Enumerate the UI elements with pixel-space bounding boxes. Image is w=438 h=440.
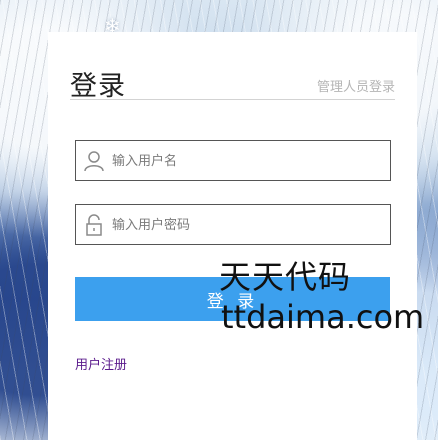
user-icon <box>83 150 105 172</box>
page-title: 登录 <box>70 71 126 102</box>
username-field[interactable] <box>75 140 391 181</box>
login-header: 登录 管理人员登录 <box>70 60 395 102</box>
password-field[interactable] <box>75 204 391 245</box>
password-input[interactable] <box>110 211 384 240</box>
admin-login-link[interactable]: 管理人员登录 <box>317 76 395 95</box>
lock-icon <box>83 214 105 236</box>
login-button[interactable]: 登 录 <box>75 277 390 321</box>
register-link[interactable]: 用户注册 <box>75 354 127 373</box>
username-input[interactable] <box>110 147 384 176</box>
login-panel: 登录 管理人员登录 登 录 用户注册 <box>48 32 417 440</box>
